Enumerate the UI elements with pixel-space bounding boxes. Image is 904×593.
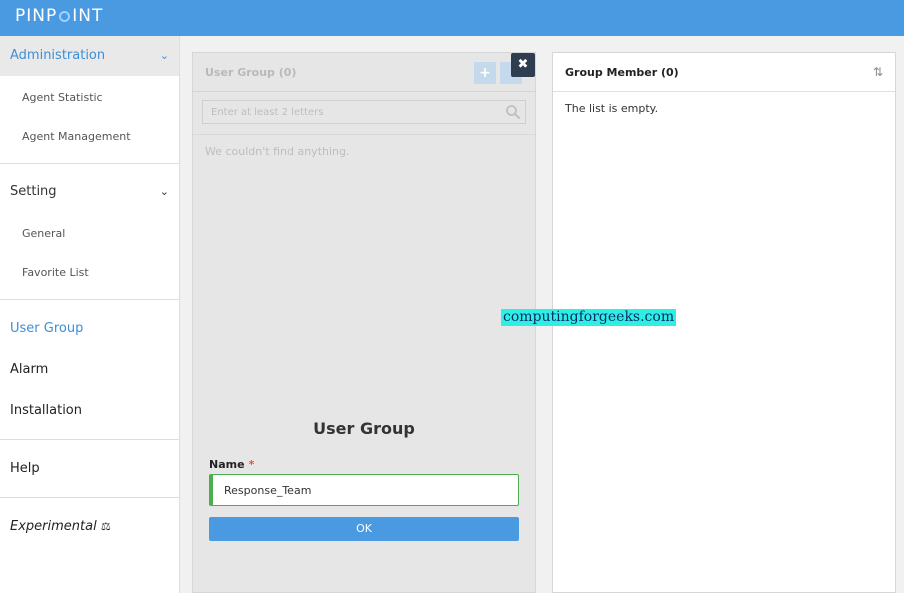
close-icon[interactable]: ✖ <box>511 53 535 77</box>
sidebar-item-installation[interactable]: Installation <box>10 403 82 418</box>
sidebar-item-help[interactable]: Help <box>10 461 40 476</box>
search-placeholder: Enter at least 2 letters <box>211 107 324 118</box>
sidebar-divider <box>0 439 179 440</box>
sidebar-section-setting[interactable]: Setting ⌄ <box>0 172 179 212</box>
sidebar-section-label: Administration <box>10 48 106 63</box>
ok-button[interactable]: OK <box>209 517 519 541</box>
group-member-panel-title: Group Member (0) <box>565 66 679 79</box>
search-icon[interactable] <box>505 104 521 120</box>
group-name-input[interactable]: Response_Team <box>209 474 519 506</box>
sidebar-item-agent-management[interactable]: Agent Management <box>22 130 131 143</box>
group-name-value: Response_Team <box>224 484 312 497</box>
chevron-down-icon: ⌄ <box>159 185 169 198</box>
sidebar-item-experimental[interactable]: Experimental ⚖ <box>10 519 111 534</box>
sort-icon[interactable]: ⇅ <box>873 65 883 79</box>
name-label-text: Name <box>209 458 245 471</box>
sidebar-item-agent-statistic[interactable]: Agent Statistic <box>22 91 103 104</box>
sidebar-section-administration[interactable]: Administration ⌄ <box>0 36 179 76</box>
panel-divider <box>553 91 895 92</box>
logo-text-end: INT <box>72 6 104 26</box>
logo-text-start: PINP <box>15 6 58 26</box>
flask-icon: ⚖ <box>100 520 111 533</box>
sidebar-divider <box>0 299 179 300</box>
pinpoint-logo[interactable]: PINP INT <box>15 6 103 26</box>
chevron-down-icon: ⌄ <box>159 49 169 62</box>
sidebar-item-alarm[interactable]: Alarm <box>10 362 48 377</box>
panel-divider <box>193 134 535 135</box>
create-user-group-title: User Group <box>313 419 415 438</box>
experimental-label: Experimental <box>10 519 97 534</box>
sidebar-item-general[interactable]: General <box>22 227 65 240</box>
logo-o-mark <box>59 11 71 22</box>
user-group-panel: User Group (0) + Enter at least 2 letter… <box>192 52 536 593</box>
user-group-panel-header: User Group (0) + <box>193 53 535 91</box>
top-bar: PINP INT <box>0 0 904 36</box>
group-member-empty-message: The list is empty. <box>565 102 659 115</box>
user-group-panel-title: User Group (0) <box>205 66 297 79</box>
add-user-group-button[interactable]: + <box>474 62 496 84</box>
sidebar-section-label: Setting <box>10 184 57 199</box>
sidebar-item-user-group[interactable]: User Group <box>10 321 83 336</box>
sidebar-divider <box>0 497 179 498</box>
watermark: computingforgeeks.com <box>501 309 677 326</box>
panel-divider <box>193 91 535 92</box>
sidebar: Administration ⌄ Agent Statistic Agent M… <box>0 36 180 593</box>
user-group-empty-message: We couldn't find anything. <box>205 145 350 158</box>
user-group-search-input[interactable]: Enter at least 2 letters <box>202 100 526 124</box>
required-marker: * <box>248 458 255 471</box>
name-field-label: Name * <box>209 458 254 471</box>
sidebar-divider <box>0 163 179 164</box>
sidebar-item-favorite-list[interactable]: Favorite List <box>22 266 89 279</box>
